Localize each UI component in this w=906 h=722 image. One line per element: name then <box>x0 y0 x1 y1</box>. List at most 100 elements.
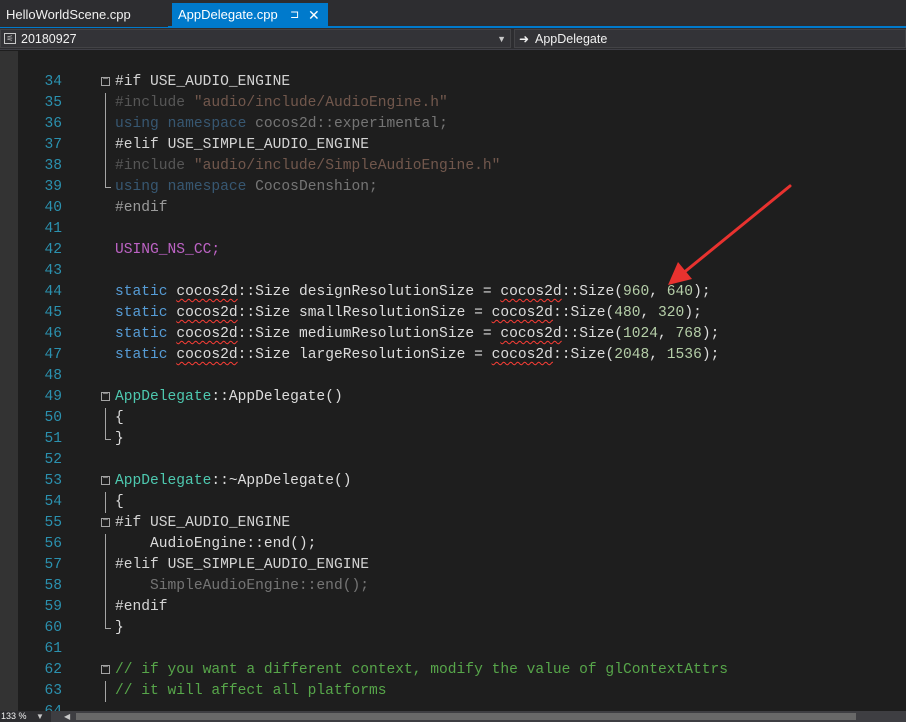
code-line[interactable]: 36 #include "audio/include/AudioEngine.h… <box>0 93 906 132</box>
horizontal-scrollbar-thumb[interactable] <box>76 713 856 720</box>
number: 640 <box>666 284 694 300</box>
code-line[interactable]: 40 using namespace CocosDenshion; <box>0 177 906 216</box>
code-line[interactable]: 56 − #if USE_AUDIO_ENGINE <box>0 513 906 552</box>
string: "audio/include/SimpleAudioEngine.h" <box>193 158 501 174</box>
code-line[interactable]: 44 <box>0 261 906 300</box>
code-line[interactable]: 35 − #if USE_AUDIO_ENGINE <box>0 72 906 111</box>
code-line[interactable]: 49 <box>0 366 906 405</box>
macro: USE_AUDIO_ENGINE <box>150 515 291 531</box>
pin-icon[interactable]: ⊐ <box>290 3 299 27</box>
scope-dropdown[interactable]: ➜ AppDelegate <box>514 29 906 48</box>
code-line[interactable]: 58 #elif USE_SIMPLE_AUDIO_ENGINE <box>0 555 906 594</box>
identifier: cocos2d <box>176 305 238 321</box>
identifier: mediumResolutionSize = <box>298 326 492 342</box>
class-name: AppDelegate <box>115 389 212 405</box>
collapse-icon[interactable]: − <box>101 664 110 674</box>
punctuation: , <box>658 326 676 342</box>
project-icon: ⚟ <box>4 33 16 44</box>
punctuation: :: <box>211 389 229 405</box>
code-line[interactable]: 43 USING_NS_CC; <box>0 240 906 279</box>
identifier: ::Size <box>237 326 291 342</box>
keyword: static <box>115 326 168 342</box>
code-line[interactable]: 42 <box>0 219 906 258</box>
code-line[interactable]: 61 } <box>0 618 906 657</box>
identifier: ::Size( <box>561 326 623 342</box>
code-line[interactable]: 63 − // if you want a different context,… <box>0 660 906 699</box>
comment: // it will affect all platforms <box>115 683 387 699</box>
code-line[interactable]: 45 static cocos2d::Size designResolution… <box>0 282 906 321</box>
code-line[interactable]: 64 // it will affect all platforms <box>0 681 906 711</box>
number: 1024 <box>623 326 659 342</box>
identifier: cocos2d <box>176 326 238 342</box>
keyword: using <box>115 116 159 132</box>
directive: #endif <box>115 200 168 216</box>
directive: #endif <box>115 599 168 615</box>
code-line[interactable]: 46 static cocos2d::Size smallResolutionS… <box>0 303 906 342</box>
identifier: cocos2d <box>176 284 238 300</box>
code-editor[interactable]: 34 35 − #if USE_AUDIO_ENGINE 36 #include… <box>0 51 906 711</box>
arrow-right-icon: ➜ <box>519 32 530 46</box>
identifier: ::Size <box>237 284 291 300</box>
code-line[interactable]: 38 #elif USE_SIMPLE_AUDIO_ENGINE <box>0 135 906 174</box>
code-line[interactable]: 55 { <box>0 492 906 531</box>
collapse-icon[interactable]: − <box>101 475 110 485</box>
collapse-icon[interactable]: − <box>101 391 110 401</box>
identifier: AudioEngine::end(); <box>150 536 317 552</box>
fold-guide <box>105 576 106 597</box>
code-line[interactable]: 57 AudioEngine::end(); <box>0 534 906 573</box>
string: "audio/include/AudioEngine.h" <box>193 95 448 111</box>
code-line[interactable]: 39 #include "audio/include/SimpleAudioEn… <box>0 156 906 195</box>
tab-appdelegate[interactable]: AppDelegate.cpp ⊐ ✕ <box>172 3 328 27</box>
chevron-down-icon[interactable]: ▼ <box>36 711 44 722</box>
identifier: ::Size( <box>552 347 615 363</box>
fold-guide <box>105 429 111 440</box>
punctuation: { <box>115 410 124 426</box>
identifier: ::Size( <box>552 305 615 321</box>
punctuation: { <box>115 494 124 510</box>
code-line[interactable]: 41 #endif <box>0 198 906 237</box>
fold-guide <box>105 534 106 555</box>
identifier: cocos2d <box>500 284 562 300</box>
close-icon[interactable]: ✕ <box>308 3 320 27</box>
chevron-down-icon[interactable]: ▼ <box>497 30 506 49</box>
collapse-icon[interactable]: − <box>101 76 110 86</box>
zoom-dropdown[interactable]: 133 % ▼ <box>0 711 51 722</box>
collapse-icon[interactable]: − <box>101 517 110 527</box>
code-line[interactable]: 52 } <box>0 429 906 468</box>
function-name: ~AppDelegate() <box>228 473 352 489</box>
code-line[interactable]: 62 <box>0 639 906 678</box>
identifier: ::Size <box>237 347 291 363</box>
code-line[interactable]: 51 { <box>0 408 906 447</box>
macro: USE_SIMPLE_AUDIO_ENGINE <box>167 557 369 573</box>
identifier: smallResolutionSize = <box>298 305 483 321</box>
keyword: static <box>115 284 168 300</box>
project-dropdown[interactable]: ⚟ 20180927 ▼ <box>0 29 511 48</box>
directive: #if <box>115 515 142 531</box>
class-name: AppDelegate <box>115 473 212 489</box>
punctuation: :: <box>211 473 229 489</box>
code-line[interactable]: 53 <box>0 450 906 489</box>
directive: #include <box>115 95 186 111</box>
code-line[interactable]: 50 − AppDelegate::AppDelegate() <box>0 387 906 426</box>
fold-guide <box>105 408 106 429</box>
code-line[interactable]: 34 <box>0 51 906 90</box>
code-line[interactable]: 60 #endif <box>0 597 906 636</box>
code-line[interactable]: 48 static cocos2d::Size largeResolutionS… <box>0 345 906 384</box>
fold-guide <box>105 93 106 114</box>
identifier: cocos2d <box>500 326 562 342</box>
code-line[interactable]: 54 − AppDelegate::~AppDelegate() <box>0 471 906 510</box>
identifier: cocos2d <box>176 347 238 363</box>
code-line[interactable]: 47 static cocos2d::Size mediumResolution… <box>0 324 906 363</box>
identifier: CocosDenshion; <box>255 179 378 195</box>
punctuation: ); <box>684 305 702 321</box>
keyword: using <box>115 179 159 195</box>
scroll-left-icon[interactable]: ◀ <box>64 711 70 722</box>
fold-guide <box>105 597 106 618</box>
tab-helloworldscene[interactable]: HelloWorldScene.cpp <box>0 3 168 27</box>
directive: #include <box>115 158 186 174</box>
keyword: namespace <box>167 179 247 195</box>
code-line[interactable]: 59 SimpleAudioEngine::end(); <box>0 576 906 615</box>
identifier: cocos2d::experimental; <box>255 116 448 132</box>
fold-guide <box>105 135 106 156</box>
code-line[interactable]: 37 using namespace cocos2d::experimental… <box>0 114 906 153</box>
